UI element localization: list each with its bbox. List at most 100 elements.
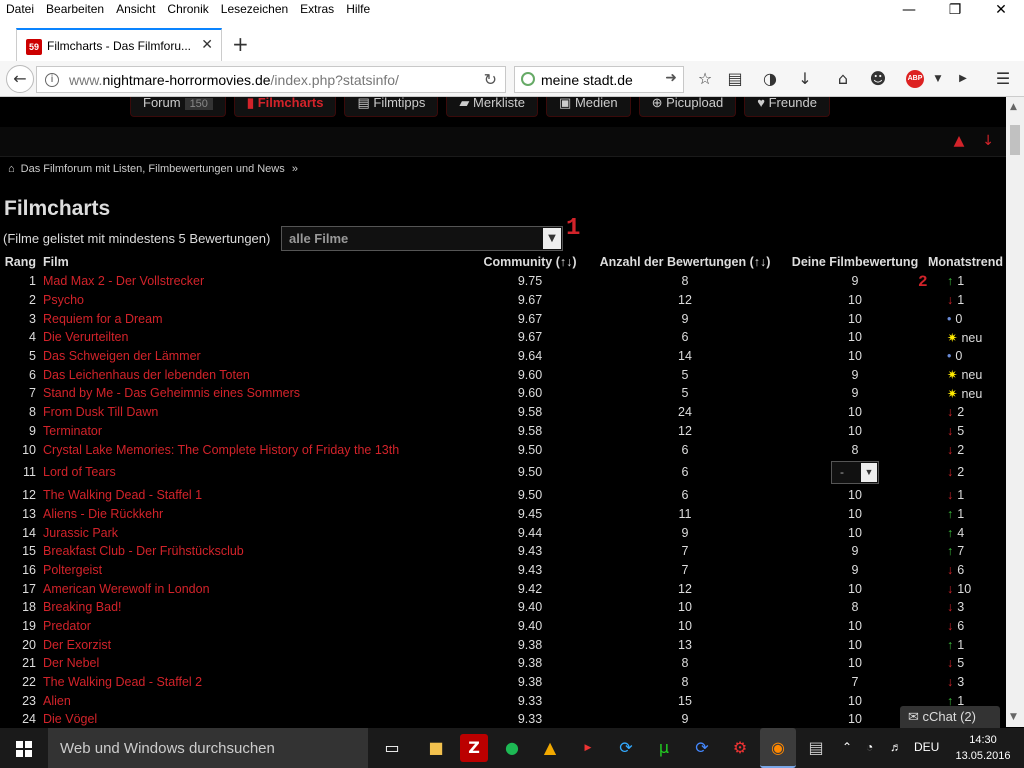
filezilla-icon[interactable]: Z	[460, 734, 488, 762]
my-rating-cell[interactable]: 9	[785, 561, 925, 580]
tray-chevron-icon[interactable]: ⌃	[842, 740, 852, 754]
nav-freunde[interactable]: ♥ Freunde	[744, 97, 830, 117]
film-link[interactable]: Jurassic Park	[43, 526, 118, 540]
my-rating-cell[interactable]: 10	[785, 403, 925, 422]
film-link[interactable]: Der Nebel	[43, 656, 99, 670]
download-icon[interactable]: ↓	[792, 66, 818, 92]
film-link[interactable]: Aliens - Die Rückkehr	[43, 507, 163, 521]
my-rating-cell[interactable]: 10	[785, 486, 925, 505]
film-link[interactable]: Lord of Tears	[43, 465, 116, 479]
refresh-app-icon[interactable]: ⟳	[688, 734, 716, 762]
film-link[interactable]: Requiem for a Dream	[43, 312, 163, 326]
film-link[interactable]: Psycho	[43, 293, 84, 307]
my-rating-cell[interactable]: 9	[785, 384, 925, 403]
my-rating-cell[interactable]: 8	[785, 598, 925, 617]
vlc-icon[interactable]: ▲	[536, 734, 564, 762]
star-bookmark-icon[interactable]: ☆	[692, 66, 718, 92]
search-bar[interactable]: meine stadt.de ➜	[514, 66, 684, 93]
firefox-icon[interactable]: ◉	[760, 728, 796, 768]
menu-chronik[interactable]: Chronik	[161, 0, 214, 18]
my-rating-cell[interactable]: 10	[785, 347, 925, 366]
chat-face-icon[interactable]: ☻	[865, 66, 891, 92]
reload-icon[interactable]: ↻	[484, 70, 497, 89]
cchat-button[interactable]: ✉ cChat (2)	[900, 706, 1000, 728]
gear-app-icon[interactable]: ⚙	[726, 734, 754, 762]
file-explorer-icon[interactable]: ■	[422, 734, 450, 762]
my-rating-cell[interactable]: 10	[785, 579, 925, 598]
nav-merkliste[interactable]: ▰ Merkliste	[446, 97, 539, 117]
new-tab-icon[interactable]: +	[232, 34, 249, 54]
film-link[interactable]: Der Exorzist	[43, 638, 111, 652]
header-count-sort[interactable]: Anzahl der Bewertungen (↑↓)	[585, 252, 785, 272]
sync-app-icon[interactable]: ⟳	[612, 734, 640, 762]
my-rating-cell[interactable]: 10	[785, 523, 925, 542]
notepad-icon[interactable]: ▤	[802, 734, 830, 762]
film-link[interactable]: The Walking Dead - Staffel 2	[43, 675, 202, 689]
scroll-down-arrow-icon[interactable]: ▼	[1010, 712, 1017, 722]
task-view-icon[interactable]: ▭	[378, 734, 406, 762]
network-icon[interactable]: ◔	[866, 740, 873, 754]
menu-extras[interactable]: Extras	[294, 0, 340, 18]
breadcrumb-link[interactable]: Das Filmforum mit Listen, Filmbewertunge…	[21, 163, 285, 175]
film-link[interactable]: Breakfast Club - Der Frühstücksclub	[43, 544, 244, 558]
film-link[interactable]: Stand by Me - Das Geheimnis eines Sommer…	[43, 386, 300, 400]
adblock-plus-icon[interactable]: ABP	[906, 70, 924, 88]
my-rating-cell[interactable]: 10	[785, 635, 925, 654]
chevron-down-icon[interactable]: ▼	[543, 228, 561, 249]
menu-lesezeichen[interactable]: Lesezeichen	[215, 0, 294, 18]
sitemap-icon[interactable]: ▲	[954, 133, 965, 149]
my-rating-cell[interactable]: 10	[785, 309, 925, 328]
search-go-icon[interactable]: ➜	[665, 70, 677, 86]
film-link[interactable]: Terminator	[43, 424, 102, 438]
film-link[interactable]: Die Verurteilten	[43, 330, 128, 344]
menu-datei[interactable]: Datei	[0, 0, 40, 18]
my-rating-cell[interactable]: 10	[785, 617, 925, 636]
film-link[interactable]: Das Schweigen der Lämmer	[43, 349, 201, 363]
my-rating-cell[interactable]: 8	[785, 440, 925, 459]
start-button[interactable]	[0, 728, 48, 768]
my-rating-cell[interactable]: 10	[785, 328, 925, 347]
menu-ansicht[interactable]: Ansicht	[110, 0, 161, 18]
my-rating-cell[interactable]: 10	[785, 654, 925, 673]
my-rating-cell[interactable]: 9	[785, 272, 925, 291]
back-arrow-icon[interactable]: ←	[6, 65, 34, 93]
my-rating-cell[interactable]: 9	[785, 542, 925, 561]
nav-picupload[interactable]: ⊕ Picupload	[638, 97, 737, 117]
youtube-icon[interactable]: ▶	[950, 66, 976, 92]
film-link[interactable]: The Walking Dead - Staffel 1	[43, 488, 202, 502]
film-link[interactable]: Predator	[43, 619, 91, 633]
my-rating-cell[interactable]: 10	[785, 291, 925, 310]
reading-list-icon[interactable]: ▤	[722, 66, 748, 92]
my-rating-cell[interactable]: 7	[785, 673, 925, 692]
film-link[interactable]: Alien	[43, 694, 71, 708]
home-icon[interactable]: ⌂	[8, 163, 15, 175]
film-link[interactable]: Poltergeist	[43, 563, 102, 577]
abp-dropdown-icon[interactable]: ▼	[925, 66, 951, 92]
language-indicator[interactable]: DEU	[914, 740, 939, 754]
my-rating-cell[interactable]: 10	[785, 422, 925, 441]
hamburger-menu-icon[interactable]: ☰	[990, 66, 1016, 92]
my-rating-cell[interactable]: 10	[785, 505, 925, 524]
menu-bearbeiten[interactable]: Bearbeiten	[40, 0, 110, 18]
header-community-sort[interactable]: Community (↑↓)	[475, 252, 585, 272]
scroll-down-icon[interactable]: ↓	[982, 133, 994, 149]
nav-medien[interactable]: ▣ Medien	[546, 97, 631, 117]
volume-icon[interactable]: ♬	[890, 740, 902, 754]
film-link[interactable]: Crystal Lake Memories: The Complete Hist…	[43, 443, 399, 457]
menu-hilfe[interactable]: Hilfe	[340, 0, 376, 18]
nav-filmtipps[interactable]: ▤ Filmtipps	[344, 97, 439, 117]
close-tab-icon[interactable]: ✕	[201, 37, 213, 53]
url-bar[interactable]: i www.nightmare-horrormovies.de/index.ph…	[36, 66, 506, 93]
tab-filmcharts[interactable]: 59 Filmcharts - Das Filmforu... ✕	[16, 28, 222, 61]
home-icon[interactable]: ⌂	[830, 66, 856, 92]
film-link[interactable]: Das Leichenhaus der lebenden Toten	[43, 368, 250, 382]
film-link[interactable]: Breaking Bad!	[43, 600, 122, 614]
page-scrollbar[interactable]: ▲ ▼	[1006, 97, 1024, 727]
scroll-up-arrow-icon[interactable]: ▲	[1010, 102, 1017, 112]
spotify-icon[interactable]: ●	[498, 734, 526, 762]
info-icon[interactable]: i	[45, 73, 59, 87]
pocket-icon[interactable]: ◑	[757, 66, 783, 92]
my-rating-cell[interactable]: 9	[785, 365, 925, 384]
film-link[interactable]: Mad Max 2 - Der Vollstrecker	[43, 274, 204, 288]
film-link[interactable]: Die Vögel	[43, 712, 97, 726]
